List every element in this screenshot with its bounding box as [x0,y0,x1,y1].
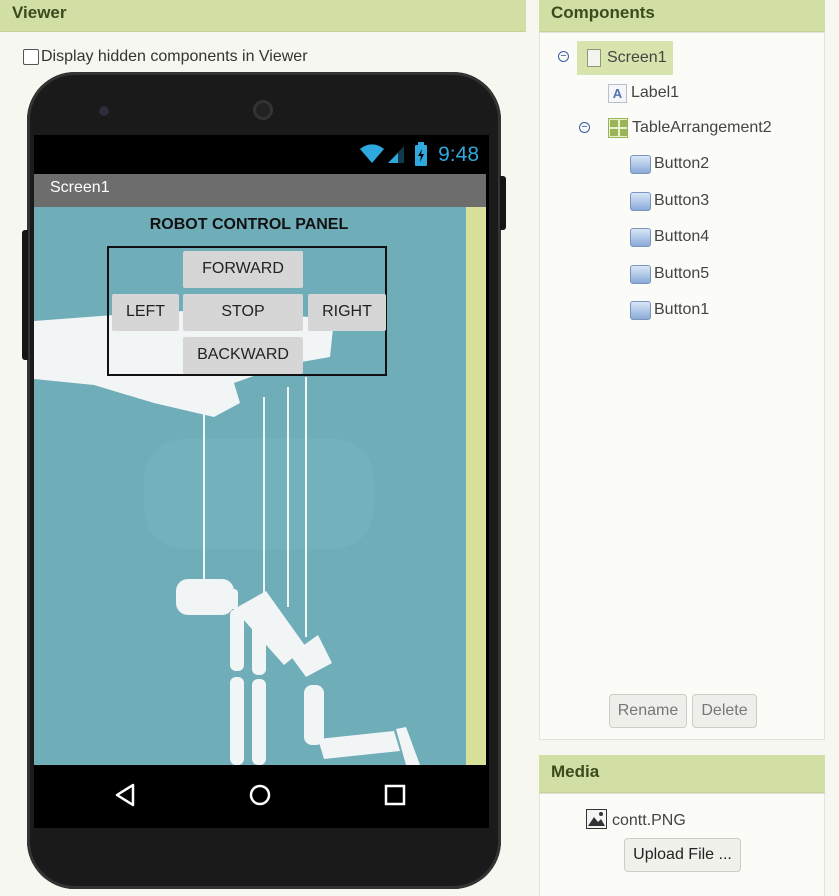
tree-item-label: Button5 [654,265,710,282]
app-canvas[interactable]: ROBOT CONTROL PANEL FORWARD LEFT STOP RI… [34,207,486,765]
android-nav-bar [34,765,489,828]
tree-item-button2[interactable]: Button2 [630,152,709,176]
checkbox-box[interactable] [23,49,39,65]
media-header: Media [539,755,825,793]
screen-scroll-rail [466,207,486,765]
viewer-header-title: Viewer [12,3,67,22]
back-icon[interactable] [114,783,136,812]
status-bar: 9:48 [34,135,489,174]
button-icon [630,191,651,211]
right-button[interactable]: RIGHT [308,294,386,331]
tree-item-label: Screen1 [607,49,667,66]
table-arrangement-icon [608,118,628,138]
home-icon[interactable] [248,783,272,812]
upload-file-button[interactable]: Upload File ... [624,838,741,872]
screen-title-bar: Screen1 [34,174,486,207]
delete-button[interactable]: Delete [692,694,757,728]
volume-button [22,230,28,360]
rename-button[interactable]: Rename [609,694,687,728]
viewer-header: Viewer [0,0,526,32]
screen-title: Screen1 [50,179,110,196]
tree-item-button4[interactable]: Button4 [630,225,709,249]
cell-signal-icon [386,144,406,169]
tree-item-label: Button4 [654,228,710,245]
media-file-name: contt.PNG [612,812,686,829]
tree-item-button3[interactable]: Button3 [630,189,709,213]
tree-item-label: Button2 [654,155,710,172]
button-icon [630,300,651,320]
status-clock: 9:48 [438,143,479,166]
stop-button[interactable]: STOP [183,294,303,331]
collapse-tablearrangement2-toggle[interactable]: − [579,122,590,133]
media-header-title: Media [551,762,600,781]
tree-item-button5[interactable]: Button5 [630,262,709,286]
front-camera-icon [99,106,109,116]
tree-item-label: TableArrangement2 [632,119,772,136]
recent-apps-icon[interactable] [383,783,407,812]
battery-icon [415,142,427,171]
collapse-screen1-toggle[interactable]: − [558,51,569,62]
earpiece-speaker-icon [253,100,273,120]
label-icon: A [608,83,627,103]
tree-item-label1[interactable]: A Label1 [608,81,679,105]
button-icon [630,264,651,284]
image-file-icon [586,808,607,834]
tree-item-label: Button1 [654,301,710,318]
button-icon [630,154,651,174]
button-icon [630,227,651,247]
power-button [500,176,506,230]
phone-screen: 9:48 Screen1 ROBOT CONTROL PANEL FORWARD… [34,135,489,828]
media-file-item[interactable]: contt.PNG [586,808,686,834]
wifi-icon [359,143,385,170]
components-tree-panel: − Screen1 A Label1 − TableArrangement2 B… [539,32,825,740]
tree-item-label: Label1 [631,84,680,101]
components-header: Components [539,0,825,32]
display-hidden-components-label: Display hidden components in Viewer [41,48,308,65]
display-hidden-components-checkbox[interactable]: Display hidden components in Viewer [23,48,308,66]
screen-icon [587,49,601,67]
tree-item-button1[interactable]: Button1 [630,298,709,322]
tree-item-screen1[interactable]: Screen1 [577,41,673,75]
components-header-title: Components [551,3,655,22]
tree-item-label: Button3 [654,192,710,209]
table-arrangement: FORWARD LEFT STOP RIGHT BACKWARD [107,246,387,376]
backward-button[interactable]: BACKWARD [183,337,303,374]
media-panel: contt.PNG Upload File ... [539,793,825,896]
forward-button[interactable]: FORWARD [183,251,303,288]
left-button[interactable]: LEFT [112,294,179,331]
tree-item-tablearrangement2[interactable]: TableArrangement2 [608,116,772,140]
robot-control-panel-label: ROBOT CONTROL PANEL [149,216,349,233]
